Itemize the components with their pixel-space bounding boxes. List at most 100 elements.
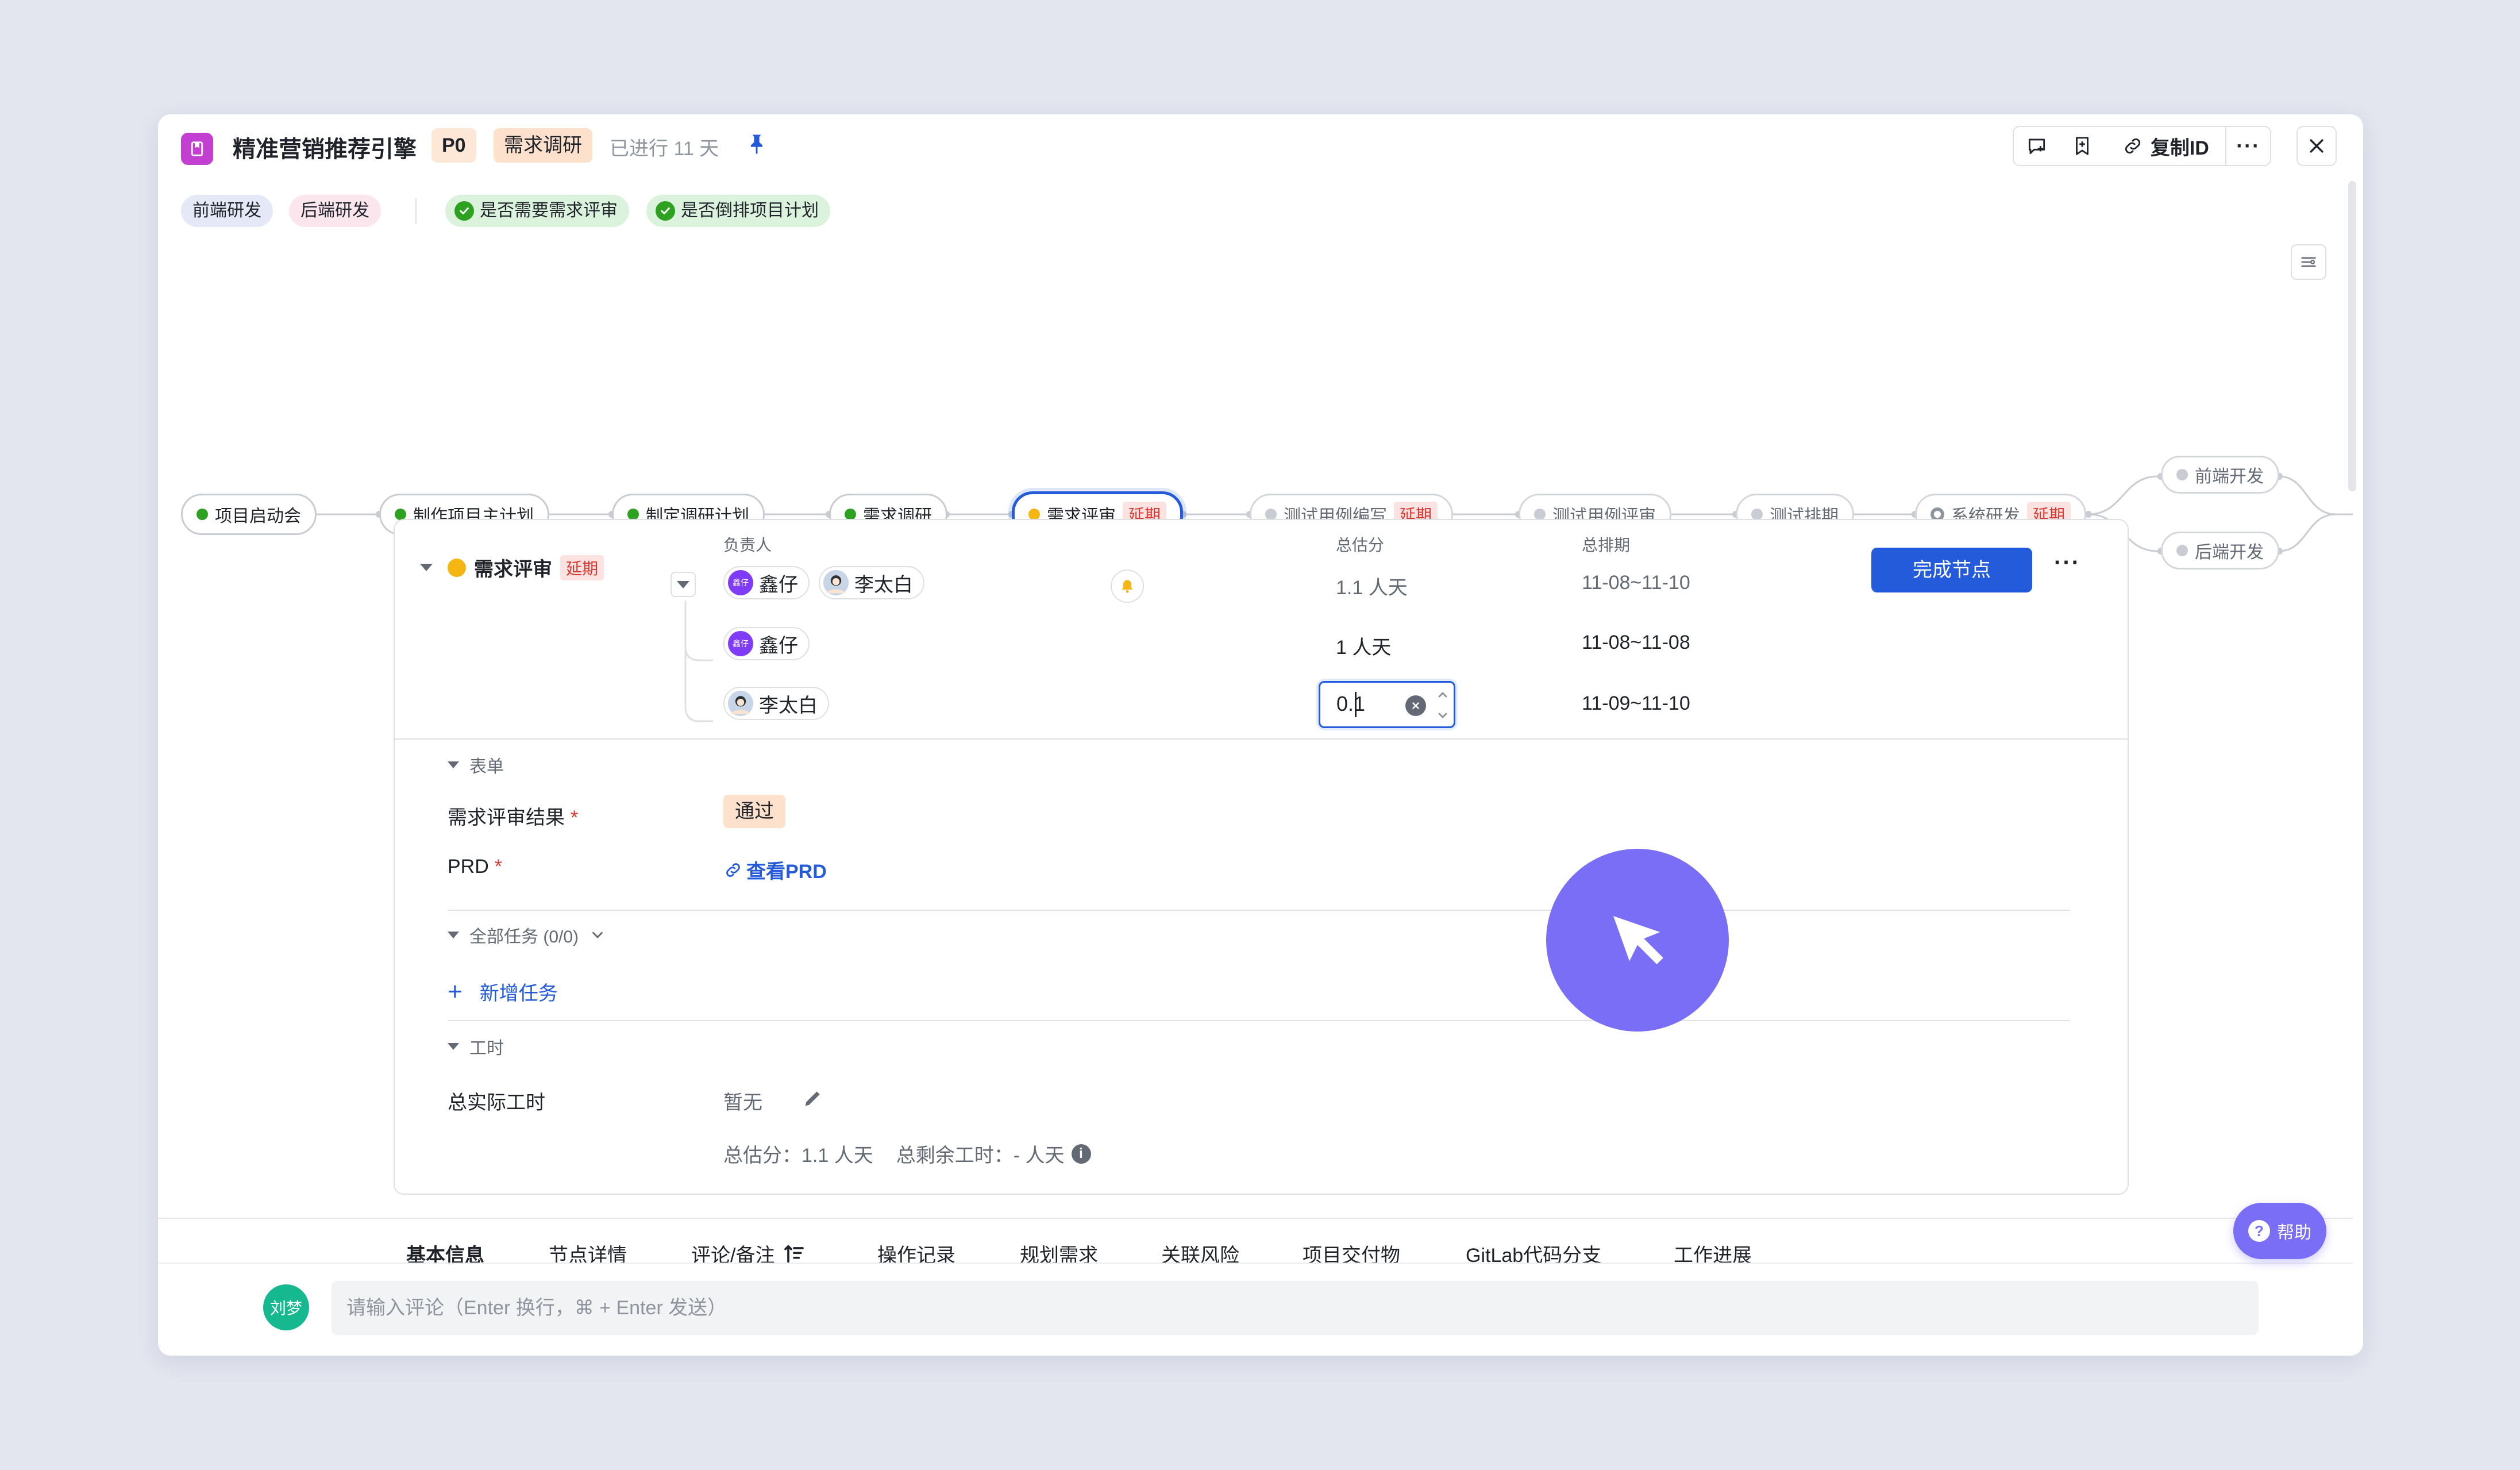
stage-badge[interactable]: 需求调研 [494, 128, 592, 163]
status-dot-pending [1751, 509, 1763, 520]
expand-owners-button[interactable] [671, 572, 696, 597]
remind-button[interactable] [1111, 569, 1144, 603]
owner-name: 鑫仔 [759, 574, 798, 596]
edit-pencil-icon[interactable] [802, 1087, 824, 1110]
estimate-number-input[interactable]: 0.1 [1319, 681, 1455, 728]
col-schedule-header: 总排期 [1582, 536, 1631, 554]
add-task-label: 新增任务 [479, 983, 558, 1005]
info-icon[interactable]: i [1071, 1144, 1091, 1164]
review-result-label: 需求评审结果 * [448, 802, 578, 830]
status-dot-active [1028, 509, 1040, 520]
tag-backend[interactable]: 后端研发 [289, 195, 381, 227]
elapsed-text: 已进行 11 天 [610, 138, 719, 160]
help-button[interactable]: ? 帮助 [2233, 1203, 2326, 1259]
section-form-toggle[interactable]: 表单 [448, 752, 504, 778]
prd-label: PRD * [448, 856, 502, 878]
header: 精准营销推荐引擎 P0 需求调研 已进行 11 天 复制ID ··· [158, 114, 2363, 179]
help-label: 帮助 [2277, 1223, 2311, 1242]
sort-icon[interactable] [783, 1242, 806, 1265]
section-tasks-label: 全部任务 (0/0) [469, 928, 579, 946]
section-worktime-toggle[interactable]: 工时 [448, 1034, 504, 1059]
schedule-xinzai[interactable]: 11-08~11-08 [1582, 632, 1690, 654]
check-reverse-plan-label: 是否倒排项目计划 [681, 201, 819, 220]
worktime-summary: 总估分：1.1 人天 总剩余工时：- 人天 i [723, 1140, 1091, 1168]
close-button[interactable] [2296, 126, 2337, 166]
avatar: 鑫仔 [728, 570, 753, 595]
collapse-caret-icon[interactable] [420, 564, 433, 571]
filter-settings-icon [2301, 257, 2316, 267]
check-icon [454, 201, 474, 221]
col-owner-header: 负责人 [723, 536, 772, 554]
status-dot-done [196, 509, 208, 520]
flow-node-kickoff[interactable]: 项目启动会 [181, 494, 317, 535]
more-button[interactable]: ··· [2225, 127, 2270, 165]
schedule-litaibai[interactable]: 11-09~11-10 [1582, 692, 1690, 715]
review-result-text: 需求评审结果 [448, 807, 565, 829]
delay-badge: 延期 [560, 555, 604, 580]
divider [448, 1020, 2070, 1021]
col-estimate-header: 总估分 [1336, 536, 1385, 554]
chevron-down-icon [677, 580, 689, 588]
header-actions: 复制ID ··· [2013, 126, 2271, 166]
view-prd-text: 查看PRD [746, 861, 827, 883]
cursor-highlight [1546, 849, 1729, 1032]
tabs-top-divider [158, 1218, 2353, 1219]
avatar: 鑫仔 [728, 631, 753, 656]
bell-icon [1122, 580, 1133, 593]
section-worktime-label: 工时 [469, 1039, 504, 1058]
divider [395, 738, 2128, 740]
required-mark: * [571, 807, 579, 829]
project-detail-window: 精准营销推荐引擎 P0 需求调研 已进行 11 天 复制ID ··· 前端研发 … [158, 114, 2363, 1356]
avatar [823, 570, 849, 595]
node-name: 需求评审 [474, 559, 552, 580]
bookmark-button[interactable] [2060, 127, 2106, 165]
estimate-input-value: 0.1 [1336, 692, 1366, 715]
flow-node-label: 项目启动会 [215, 507, 301, 526]
tag-frontend[interactable]: 前端研发 [181, 195, 273, 227]
link-icon [2125, 138, 2140, 154]
caret-down-icon [448, 761, 459, 768]
owner-name: 鑫仔 [759, 634, 798, 657]
estimate-xinzai[interactable]: 1 人天 [1336, 632, 1391, 660]
pin-icon[interactable] [744, 132, 769, 157]
status-dot-done [395, 509, 406, 520]
stepper-arrows[interactable] [1434, 686, 1451, 724]
avatar: 刘梦 [263, 1284, 309, 1330]
check-reverse-plan[interactable]: 是否倒排项目计划 [646, 195, 830, 227]
flow-node-backend-dev[interactable]: 后端开发 [2161, 532, 2279, 569]
subscribe-button[interactable] [2014, 127, 2060, 165]
summary-remaining: 总剩余工时：- 人天 [896, 1145, 1065, 1167]
view-settings-button[interactable] [2291, 244, 2326, 280]
status-dot-active [448, 558, 466, 577]
owner-chip-xinzai[interactable]: 鑫仔 鑫仔 [723, 627, 810, 660]
copy-id-button[interactable]: 复制ID [2105, 127, 2225, 165]
status-dot-done [845, 509, 856, 520]
comment-input[interactable]: 请输入评论（Enter 换行，⌘ + Enter 发送） [332, 1281, 2259, 1335]
review-result-tag[interactable]: 通过 [723, 795, 785, 828]
owner-name: 李太白 [759, 694, 818, 717]
status-dot-pending [2176, 469, 2188, 480]
owner-chip-litaibai[interactable]: 李太白 [819, 566, 924, 599]
summary-estimate: 总估分：1.1 人天 [723, 1145, 873, 1167]
view-prd-link[interactable]: 查看PRD [723, 856, 827, 884]
add-task-button[interactable]: + 新增任务 [448, 978, 558, 1006]
actual-worktime-value: 暂无 [723, 1092, 762, 1114]
flow-node-frontend-dev[interactable]: 前端开发 [2161, 456, 2279, 494]
bookmark-app-icon [181, 133, 213, 165]
priority-badge: P0 [431, 128, 476, 163]
flow-node-label: 前端开发 [2195, 467, 2264, 486]
node-title: 需求评审 延期 [448, 553, 604, 582]
owner-chip-xinzai[interactable]: 鑫仔 鑫仔 [723, 566, 810, 599]
estimate-total: 1.1 人天 [1336, 577, 1408, 599]
section-form-label: 表单 [469, 757, 504, 776]
section-tasks-toggle[interactable]: 全部任务 (0/0) [448, 922, 606, 948]
owner-chip-litaibai[interactable]: 李太白 [723, 687, 829, 720]
node-more-button[interactable]: ··· [2054, 550, 2080, 576]
close-icon [2310, 139, 2324, 153]
plus-icon: + [448, 977, 463, 1006]
clear-input-icon[interactable] [1405, 695, 1426, 716]
check-need-review[interactable]: 是否需要需求评审 [445, 195, 629, 227]
chevron-down-icon[interactable] [589, 926, 606, 944]
complete-node-button[interactable]: 完成节点 [1871, 548, 2032, 592]
owner-name: 李太白 [854, 574, 913, 596]
